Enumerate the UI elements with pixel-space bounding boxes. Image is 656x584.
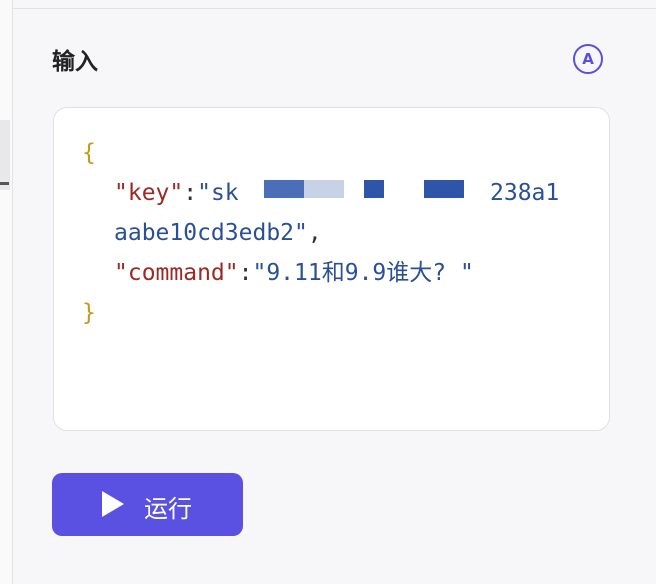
- key-line-2: aabe10cd3edb2",: [114, 213, 322, 253]
- command-line: "command":"9.11和9.9谁大? ": [114, 253, 474, 293]
- left-panel-edge: [0, 0, 13, 584]
- comma: ,: [307, 220, 322, 246]
- key-value-tail: 238a1: [490, 180, 560, 206]
- key-line: "key":"sk: [114, 173, 239, 213]
- code-editor[interactable]: { "key":"sk 238a1 aabe10cd3edb2", "comma…: [53, 107, 610, 431]
- key-value-start: "sk: [197, 180, 239, 206]
- command-name: "command": [114, 260, 239, 286]
- play-icon: [102, 491, 124, 517]
- key-colon: :: [183, 180, 198, 206]
- auto-format-icon[interactable]: A: [573, 44, 603, 74]
- section-title: 输入: [52, 49, 98, 75]
- command-colon: :: [238, 260, 253, 286]
- key-name: "key": [114, 180, 184, 206]
- redaction-block: [264, 180, 304, 198]
- redaction-block: [304, 180, 344, 198]
- redaction-block: [424, 180, 464, 198]
- left-panel-dash: [0, 182, 9, 185]
- run-button-label: 运行: [144, 495, 192, 523]
- left-panel-block: [0, 120, 10, 190]
- close-brace: }: [82, 300, 96, 326]
- run-button[interactable]: 运行: [52, 473, 243, 536]
- key-value-line2: aabe10cd3edb2": [114, 220, 308, 246]
- command-value: "9.11和9.9谁大? ": [252, 260, 474, 286]
- top-divider: [12, 8, 656, 9]
- redaction-block: [364, 180, 384, 198]
- open-brace: {: [82, 140, 96, 166]
